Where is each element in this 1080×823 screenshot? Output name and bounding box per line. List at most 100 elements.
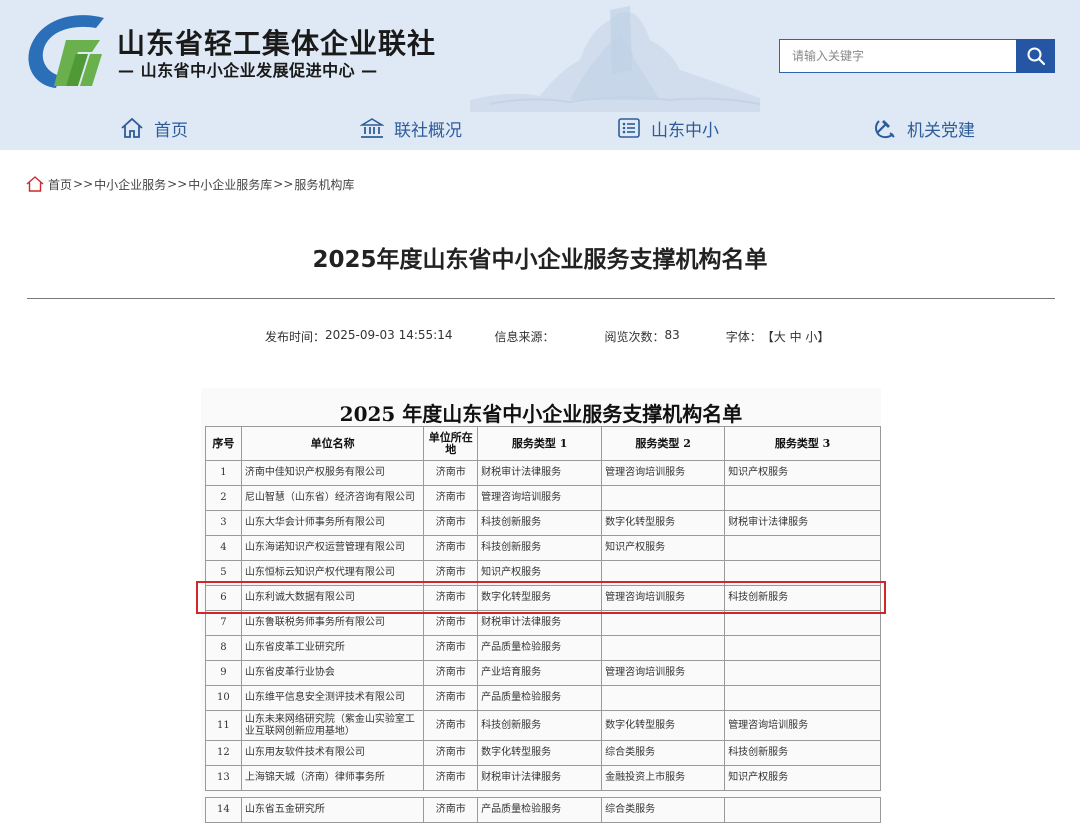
org-name: 山东省轻工集体企业联社 [117,27,437,60]
cell-index: 9 [205,660,242,686]
cell-unit-name: 山东大华会计师事务所有限公司 [240,510,425,536]
cell-service-3: 知识产权服务 [724,460,881,486]
cell-index: 6 [205,585,242,611]
cell-unit-name: 山东鲁联税务师事务所有限公司 [240,610,425,636]
nav-home-label: 首页 [154,120,188,141]
cell-service-1: 管理咨询培训服务 [477,485,603,511]
cell-index: 7 [205,610,242,636]
cell-location: 济南市 [423,610,479,636]
breadcrumb-separator: >> [273,177,294,191]
header-unit-name: 单位名称 [240,426,425,461]
document-image: 2025 年度山东省中小企业服务支撑机构名单 序号 单位名称 单位所在地 服务类… [201,388,881,823]
breadcrumb-separator: >> [73,177,94,191]
cell-index: 11 [205,710,242,741]
cell-service-3: 知识产权服务 [724,765,881,791]
page-break-cell [206,791,881,798]
cell-service-1: 知识产权服务 [477,560,603,586]
breadcrumb-separator: >> [167,177,188,191]
publish-time: 2025-09-03 14:55:14 [325,328,453,342]
cell-index: 3 [205,510,242,536]
header-service-type-3: 服务类型 3 [724,426,881,461]
table-row: 7 山东鲁联税务师事务所有限公司 济南市 财税审计法律服务 [205,610,881,636]
cell-location: 济南市 [423,560,479,586]
nav-home[interactable]: 首页 [120,113,188,143]
search-icon [1027,47,1045,66]
cell-location: 济南市 [423,685,479,711]
cell-unit-name: 山东利诚大数据有限公司 [240,585,425,611]
org-logo [28,15,105,89]
cell-service-3 [724,635,881,661]
title-divider [27,298,1055,299]
cell-index: 10 [205,685,242,711]
cell-service-2 [601,560,726,586]
source-label: 信息来源： [494,330,555,344]
cell-location: 济南市 [423,740,479,766]
cell-location: 济南市 [423,660,479,686]
cell-location: 济南市 [423,510,479,536]
cell-service-3 [724,797,881,823]
cell-unit-name: 山东海诺知识产权运营管理有限公司 [240,535,425,561]
mountain-illustration [470,6,760,112]
cell-unit-name: 山东省皮革行业协会 [240,660,425,686]
nav-sme[interactable]: 山东中小 [617,113,719,143]
header-index: 序号 [205,426,242,461]
cell-unit-name: 山东省五金研究所 [240,797,425,823]
table-row: 3 山东大华会计师事务所有限公司 济南市 科技创新服务 数字化转型服务 财税审计法律服务 [205,510,881,536]
search-input[interactable] [779,39,1017,73]
cell-service-2: 综合类服务 [601,797,726,823]
cell-service-1: 财税审计法律服务 [477,765,603,791]
breadcrumb-agency-library[interactable]: 服务机构库 [294,176,354,193]
cell-index: 1 [205,460,242,486]
cell-index: 13 [205,765,242,791]
cell-service-3 [724,560,881,586]
cell-service-2: 综合类服务 [601,740,726,766]
list-icon [618,118,640,138]
nav-about[interactable]: 联社概况 [360,113,462,143]
breadcrumb-home[interactable]: 首页 [48,176,72,193]
home-icon [121,117,143,138]
org-subtitle: — 山东省中小企业发展促进中心 — [118,61,378,80]
cell-service-3: 管理咨询培训服务 [724,710,881,741]
home-outline-icon [26,176,44,192]
cell-service-1: 科技创新服务 [477,510,603,536]
cell-service-2: 管理咨询培训服务 [601,660,726,686]
header-service-type-1: 服务类型 1 [477,426,603,461]
cell-service-2: 金融投资上市服务 [601,765,726,791]
cell-index: 12 [205,740,242,766]
cell-service-1: 财税审计法律服务 [477,610,603,636]
search-button[interactable] [1016,39,1055,73]
breadcrumb: 首页 >> 中小企业服务 >> 中小企业服务库 >> 服务机构库 [26,174,354,194]
views-label: 阅览次数： [604,330,665,344]
cell-location: 济南市 [423,585,479,611]
cell-service-2: 管理咨询培训服务 [601,585,726,611]
cell-service-2: 管理咨询培训服务 [601,460,726,486]
cell-service-3: 科技创新服务 [724,740,881,766]
cell-unit-name: 尼山智慧（山东省）经济咨询有限公司 [240,485,425,511]
nav-party[interactable]: 机关党建 [873,113,975,143]
font-size-label: 字体： [725,330,762,344]
cell-unit-name: 山东未来网络研究院（紫金山实验室工业互联网创新应用基地） [240,710,425,741]
breadcrumb-service-library[interactable]: 中小企业服务库 [188,176,272,193]
cell-index: 2 [205,485,242,511]
cell-service-3 [724,535,881,561]
table-row: 4 山东海诺知识产权运营管理有限公司 济南市 科技创新服务 知识产权服务 [205,535,881,561]
font-size-controls[interactable]: 【大 中 小】 [762,328,830,346]
cell-service-1: 数字化转型服务 [477,740,603,766]
table-row: 1 济南中佳知识产权服务有限公司 济南市 财税审计法律服务 管理咨询培训服务 知识产权服务 [205,460,881,486]
cell-location: 济南市 [423,797,479,823]
cell-service-2 [601,635,726,661]
agency-table: 序号 单位名称 单位所在地 服务类型 1 服务类型 2 服务类型 3 1 济南中佳… [205,426,881,823]
breadcrumb-sme-service[interactable]: 中小企业服务 [94,176,166,193]
cell-index: 8 [205,635,242,661]
party-emblem-icon [875,120,895,139]
cell-service-2 [601,685,726,711]
cell-index: 4 [205,535,242,561]
cell-location: 济南市 [423,535,479,561]
table-header-row: 序号 单位名称 单位所在地 服务类型 1 服务类型 2 服务类型 3 [205,426,881,461]
site-header: 山东省轻工集体企业联社 — 山东省中小企业发展促进中心 — 首页 联社概况 [0,0,1080,150]
cell-service-2 [601,485,726,511]
cell-service-3 [724,685,881,711]
document-title: 2025 年度山东省中小企业服务支撑机构名单 [339,402,743,426]
header-location: 单位所在地 [423,426,479,461]
cell-service-3 [724,485,881,511]
